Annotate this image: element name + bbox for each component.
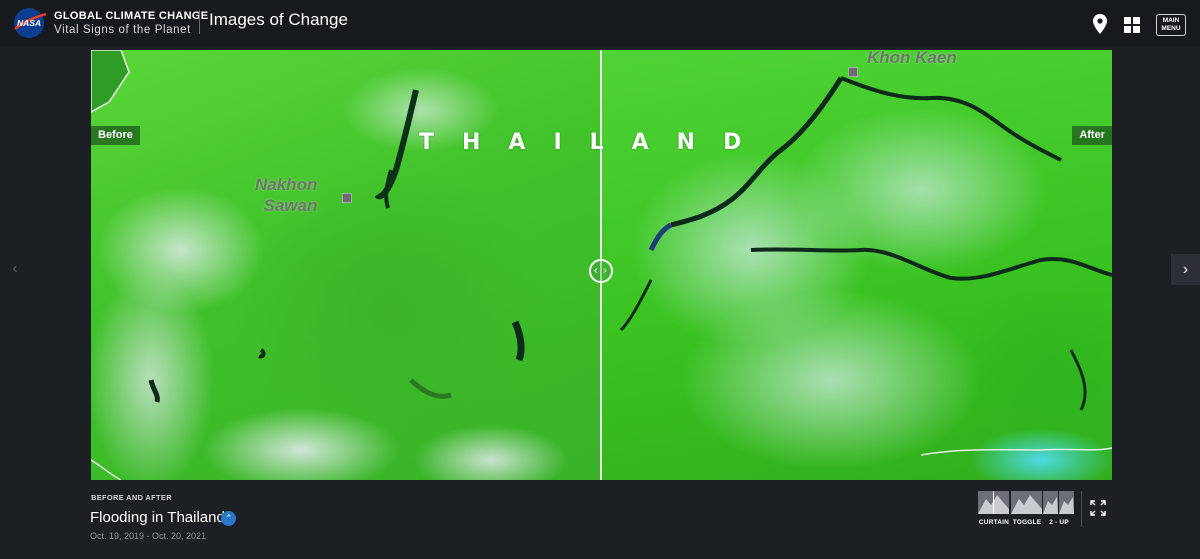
curtain-mode-label: CURTAIN [978,519,1010,526]
page-heading[interactable]: Images of Change [209,10,348,30]
toggle-mode-button[interactable]: TOGGLE [1011,491,1043,526]
after-image [601,50,1112,480]
city-marker-nakhon-sawan [342,193,352,203]
after-label: After [1072,126,1112,145]
city-label-line1: Nakhon [255,175,318,194]
next-image-button[interactable]: › [1171,254,1200,285]
chevron-right-icon: › [1182,261,1189,278]
main-menu-line1: MAIN [1162,17,1180,24]
toolbar-divider [1081,491,1082,527]
previous-image-button[interactable]: ‹ [2,254,28,284]
two-up-mode-icon [1043,491,1074,514]
section-eyebrow: BEFORE AND AFTER [91,493,172,502]
toggle-mode-icon [1011,491,1042,514]
country-label: THAILAND [419,130,770,155]
before-terrain-overlay [91,50,525,480]
site-brand[interactable]: GLOBAL CLIMATE CHANGE Vital Signs of the… [54,10,208,37]
logo-text: NASA [17,18,41,28]
after-terrain-overlay [619,76,1112,456]
drag-handle-icon[interactable]: ‹ › [589,259,613,283]
main-menu-button[interactable]: MAIN MENU [1156,14,1186,36]
two-up-mode-label: 2 - UP [1049,519,1069,526]
chevron-up-icon[interactable]: ⌃ [221,511,236,526]
city-label-nakhon-sawan: Nakhon Sawan [255,174,317,216]
grid-icon[interactable] [1124,17,1140,33]
fullscreen-icon[interactable] [1090,500,1106,516]
main-menu-line2: MENU [1161,25,1181,32]
site-header: NASA GLOBAL CLIMATE CHANGE Vital Signs o… [0,0,1200,46]
chevron-left-icon: ‹ [12,260,18,277]
brand-subtitle: Vital Signs of the Planet [54,24,191,36]
before-label: Before [91,126,140,145]
before-after-viewer[interactable]: ‹ › Before After THAILAND Nakhon Sawan K… [91,50,1112,480]
two-up-mode-button[interactable]: 2 - UP [1043,491,1075,526]
city-marker-khon-kaen [848,67,858,77]
nasa-logo[interactable]: NASA [12,7,48,39]
date-range: Oct. 19, 2019 - Oct. 20, 2021 [90,531,207,541]
city-label-line2: Sawan [263,196,318,215]
header-divider [199,10,200,34]
handle-left-arrow: ‹ [594,265,598,277]
brand-title: GLOBAL CLIMATE CHANGE [54,10,209,22]
curtain-mode-icon [978,491,1009,514]
image-title: Flooding in Thailand [90,509,225,526]
city-label-khon-kaen: Khon Kaen [867,50,957,67]
toggle-mode-label: TOGGLE [1012,519,1042,526]
before-image [91,50,600,480]
curtain-mode-button[interactable]: CURTAIN [978,491,1010,526]
location-pin-icon[interactable] [1093,14,1107,34]
handle-right-arrow: › [603,265,607,277]
